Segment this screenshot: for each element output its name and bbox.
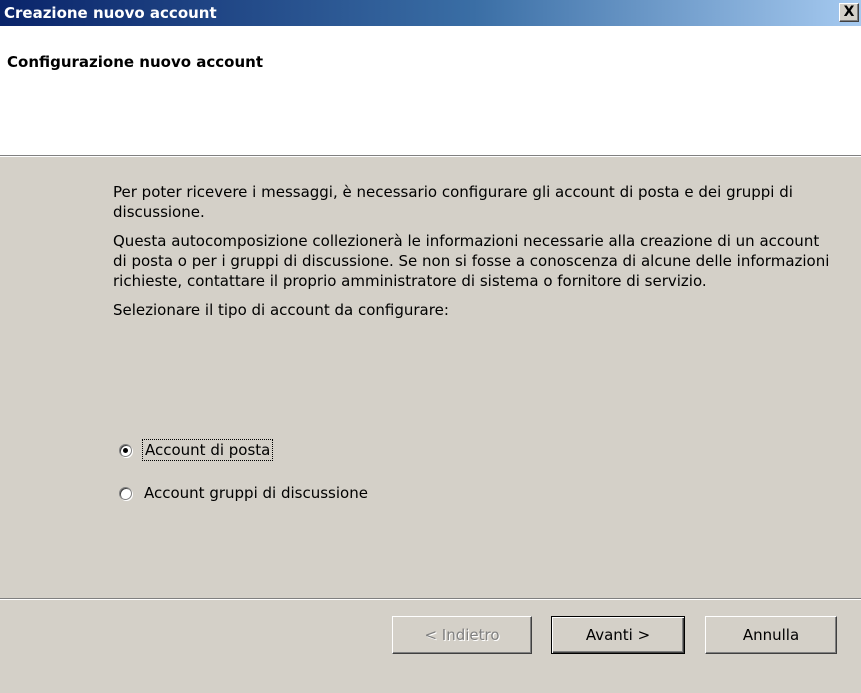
- next-button[interactable]: Avanti >: [551, 616, 685, 654]
- cancel-button[interactable]: Annulla: [705, 616, 837, 654]
- window-title: Creazione nuovo account: [4, 4, 217, 22]
- page-title: Configurazione nuovo account: [7, 53, 264, 71]
- back-button[interactable]: < Indietro: [392, 616, 532, 654]
- wizard-content: Per poter ricevere i messaggi, è necessa…: [113, 182, 833, 329]
- news-account-label[interactable]: Account gruppi di discussione: [144, 484, 368, 502]
- header-panel: [0, 26, 861, 156]
- footer-separator: [0, 598, 861, 600]
- account-wizard-dialog: Creazione nuovo account X Configurazione…: [0, 0, 861, 693]
- news-account-option[interactable]: Account gruppi di discussione: [119, 481, 368, 505]
- close-button[interactable]: X: [839, 3, 859, 22]
- mail-account-option[interactable]: Account di posta: [119, 438, 274, 462]
- close-icon: X: [843, 4, 855, 20]
- intro-paragraph: Per poter ricevere i messaggi, è necessa…: [113, 183, 793, 221]
- title-bar[interactable]: Creazione nuovo account X: [0, 0, 861, 26]
- news-account-radio[interactable]: [119, 486, 132, 500]
- mail-account-radio[interactable]: [119, 443, 132, 457]
- mail-account-label[interactable]: Account di posta: [141, 439, 274, 461]
- account-type-prompt: Selezionare il tipo di account da config…: [113, 301, 449, 319]
- info-paragraph: Questa autocomposizione collezionerà le …: [113, 232, 830, 290]
